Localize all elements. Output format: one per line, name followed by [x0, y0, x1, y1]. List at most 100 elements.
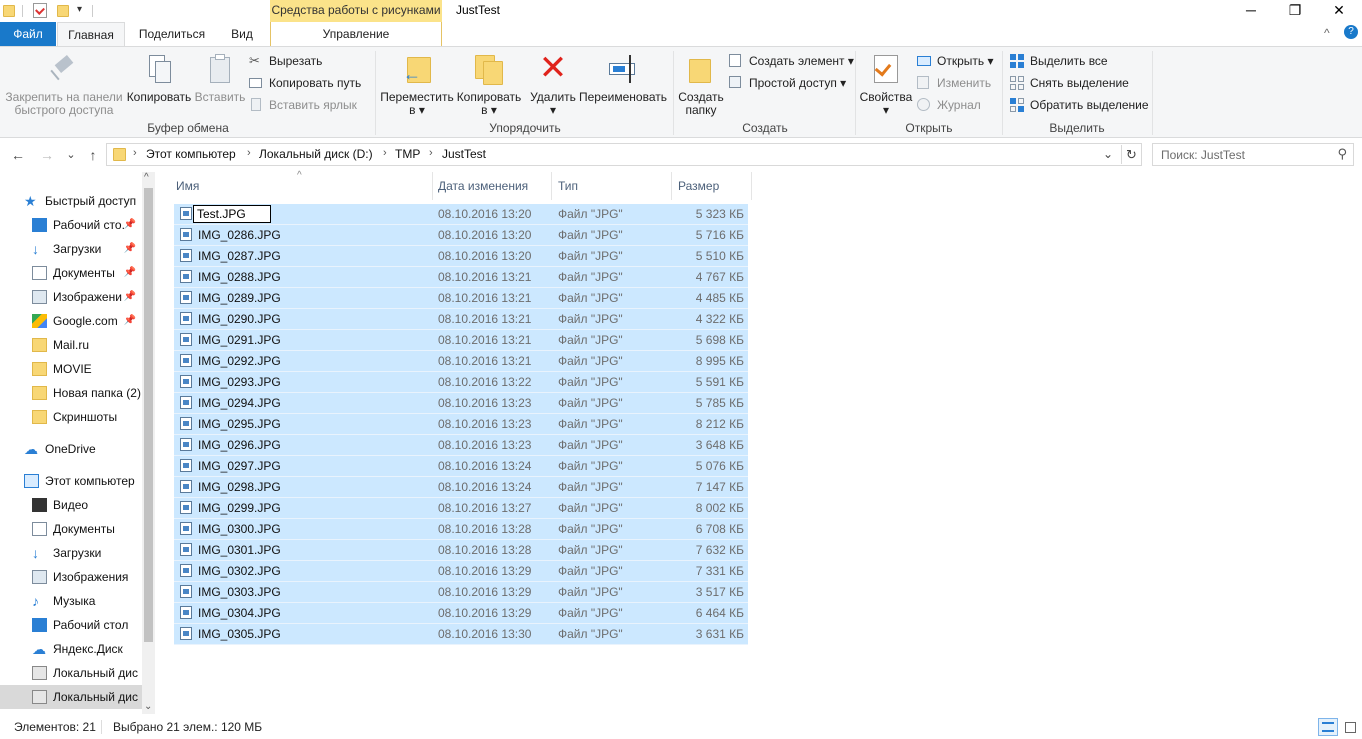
file-row[interactable]: IMG_0291.JPG 08.10.2016 13:21 Файл "JPG" 5 … — [174, 330, 748, 351]
large-icons-view-button[interactable] — [1340, 718, 1360, 736]
delete-button[interactable]: ✕ Удалить ▾ — [528, 51, 578, 117]
file-row[interactable]: IMG_0295.JPG 08.10.2016 13:23 Файл "JPG" 8 … — [174, 414, 748, 435]
rename-button[interactable]: Переименовать — [578, 51, 668, 104]
tab-file[interactable]: Файл — [0, 22, 56, 46]
edit-button[interactable]: Изменить — [917, 74, 991, 92]
nav-item[interactable]: Рабочий сто. 📌 — [0, 213, 142, 237]
copy-button[interactable]: Копировать — [124, 51, 194, 104]
file-row[interactable]: IMG_0296.JPG 08.10.2016 13:23 Файл "JPG" 3 … — [174, 435, 748, 456]
nav-item[interactable]: ↓ Загрузки 📌 — [0, 237, 142, 261]
breadcrumb-tmp[interactable]: TMP — [395, 147, 420, 161]
nav-item[interactable]: ↓ Загрузки — [0, 541, 142, 565]
file-row[interactable]: IMG_0304.JPG 08.10.2016 13:29 Файл "JPG" 6 … — [174, 603, 748, 624]
nav-item[interactable]: Новая папка (2) — [0, 381, 142, 405]
open-button[interactable]: Открыть ▾ — [917, 52, 993, 70]
details-view-button[interactable] — [1318, 718, 1338, 736]
help-icon[interactable]: ? — [1344, 25, 1358, 39]
maximize-button[interactable]: ❐ — [1272, 0, 1318, 22]
paste-shortcut-button[interactable]: Вставить ярлык — [249, 96, 357, 114]
nav-item[interactable]: Документы — [0, 517, 142, 541]
file-row[interactable]: IMG_0290.JPG 08.10.2016 13:21 Файл "JPG" 4 … — [174, 309, 748, 330]
nav-item[interactable]: Google.com 📌 — [0, 309, 142, 333]
tab-view[interactable]: Вид — [222, 22, 262, 46]
minimize-button[interactable]: ─ — [1228, 0, 1274, 22]
nav-item[interactable]: Mail.ru — [0, 333, 142, 357]
nav-item[interactable]: ☁ OneDrive — [0, 437, 142, 461]
history-button[interactable]: Журнал — [917, 96, 981, 114]
search-icon[interactable]: ⚲ — [1337, 146, 1347, 162]
scroll-down-icon[interactable]: ⌄ — [144, 701, 152, 712]
forward-button[interactable]: → — [38, 146, 56, 164]
cut-button[interactable]: ✂ Вырезать — [249, 52, 322, 70]
search-input[interactable]: Поиск: JustTest — [1161, 148, 1245, 162]
up-button[interactable]: ↑ — [84, 146, 102, 164]
nav-scrollbar[interactable]: ^ ⌄ — [142, 172, 155, 714]
nav-item[interactable]: ★ Быстрый доступ — [0, 189, 142, 213]
tab-manage[interactable]: Управление — [270, 22, 442, 46]
select-none-button[interactable]: Снять выделение — [1010, 74, 1129, 92]
close-button[interactable]: ✕ — [1316, 0, 1362, 22]
file-row[interactable]: IMG_0299.JPG 08.10.2016 13:27 Файл "JPG" 8 … — [174, 498, 748, 519]
new-item-button[interactable]: Создать элемент ▾ — [729, 52, 854, 70]
nav-item[interactable]: Изображения — [0, 565, 142, 589]
nav-item[interactable]: Видео — [0, 493, 142, 517]
qa-customize-icon[interactable]: ▾ — [77, 4, 82, 15]
nav-item[interactable]: Документы 📌 — [0, 261, 142, 285]
file-row[interactable]: IMG_0289.JPG 08.10.2016 13:21 Файл "JPG" 4 … — [174, 288, 748, 309]
rename-input[interactable]: Test.JPG — [193, 205, 271, 223]
column-header-type[interactable]: Тип — [552, 172, 672, 200]
paste-button[interactable]: Вставить — [192, 51, 248, 104]
recent-locations-button[interactable]: ⌄ — [62, 146, 80, 164]
file-row[interactable]: IMG_0301.JPG 08.10.2016 13:28 Файл "JPG" 7 … — [174, 540, 748, 561]
pin-quick-access-button[interactable]: Закрепить на панели быстрого доступа — [4, 51, 124, 117]
file-row[interactable]: IMG_0302.JPG 08.10.2016 13:29 Файл "JPG" 7 … — [174, 561, 748, 582]
file-row[interactable]: IMG_0305.JPG 08.10.2016 13:30 Файл "JPG" 3 … — [174, 624, 748, 645]
breadcrumb-drive-d[interactable]: Локальный диск (D:) — [259, 147, 373, 161]
nav-item[interactable]: Рабочий стол — [0, 613, 142, 637]
nav-item[interactable]: Этот компьютер — [0, 469, 142, 493]
easy-access-button[interactable]: Простой доступ ▾ — [729, 74, 846, 92]
tab-share[interactable]: Поделиться — [132, 22, 212, 46]
file-row[interactable]: IMG_0287.JPG 08.10.2016 13:20 Файл "JPG" 5 … — [174, 246, 748, 267]
nav-item[interactable]: Локальный дис — [0, 661, 142, 685]
nav-scroll-thumb[interactable] — [144, 188, 153, 642]
new-folder-button[interactable]: Создать папку — [676, 51, 726, 117]
file-row[interactable]: IMG_0288.JPG 08.10.2016 13:21 Файл "JPG" 4 … — [174, 267, 748, 288]
nav-item-label: Новая папка (2) — [53, 386, 141, 400]
file-row[interactable]: IMG_0300.JPG 08.10.2016 13:28 Файл "JPG" 6 … — [174, 519, 748, 540]
copy-path-button[interactable]: Копировать путь — [249, 74, 361, 92]
column-header-size[interactable]: Размер — [672, 172, 752, 200]
back-button[interactable]: ← — [9, 146, 27, 164]
invert-selection-button[interactable]: Обратить выделение — [1010, 96, 1149, 114]
breadcrumb-this-pc[interactable]: Этот компьютер — [146, 147, 236, 161]
address-bar[interactable]: › Этот компьютер › Локальный диск (D:) ›… — [106, 143, 1142, 166]
new-folder-icon[interactable] — [57, 5, 69, 17]
file-row[interactable]: Test.JPG 08.10.2016 13:20 Файл "JPG" 5 323 … — [174, 204, 748, 225]
column-header-date[interactable]: Дата изменения — [432, 172, 552, 200]
move-to-button[interactable]: ← Переместить в ▾ — [380, 51, 454, 117]
search-box[interactable]: Поиск: JustTest ⚲ — [1152, 143, 1354, 166]
nav-item[interactable]: ♪ Музыка — [0, 589, 142, 613]
breadcrumb-justtest[interactable]: JustTest — [442, 147, 486, 161]
file-row[interactable]: IMG_0303.JPG 08.10.2016 13:29 Файл "JPG" 3 … — [174, 582, 748, 603]
file-row[interactable]: IMG_0294.JPG 08.10.2016 13:23 Файл "JPG" 5 … — [174, 393, 748, 414]
select-all-button[interactable]: Выделить все — [1010, 52, 1108, 70]
scroll-up-icon[interactable]: ^ — [144, 172, 149, 183]
address-dropdown-icon[interactable]: ⌄ — [1103, 147, 1113, 161]
nav-item[interactable]: Скриншоты — [0, 405, 142, 429]
file-row[interactable]: IMG_0293.JPG 08.10.2016 13:22 Файл "JPG" 5 … — [174, 372, 748, 393]
collapse-ribbon-icon[interactable]: ^ — [1324, 26, 1330, 40]
file-row[interactable]: IMG_0286.JPG 08.10.2016 13:20 Файл "JPG" 5 … — [174, 225, 748, 246]
nav-item[interactable]: Изображени 📌 — [0, 285, 142, 309]
copy-to-button[interactable]: Копировать в ▾ — [454, 51, 524, 117]
tab-home[interactable]: Главная — [57, 22, 125, 46]
nav-item[interactable]: MOVIE — [0, 357, 142, 381]
properties-icon[interactable] — [33, 3, 47, 18]
file-row[interactable]: IMG_0298.JPG 08.10.2016 13:24 Файл "JPG" 7 … — [174, 477, 748, 498]
refresh-icon[interactable]: ↻ — [1121, 145, 1141, 164]
file-row[interactable]: IMG_0292.JPG 08.10.2016 13:21 Файл "JPG" 8 … — [174, 351, 748, 372]
nav-item[interactable]: ☁ Яндекс.Диск — [0, 637, 142, 661]
file-row[interactable]: IMG_0297.JPG 08.10.2016 13:24 Файл "JPG" 5 … — [174, 456, 748, 477]
nav-item[interactable]: Локальный дис — [0, 685, 142, 709]
properties-button[interactable]: Свойства ▾ — [858, 51, 914, 117]
